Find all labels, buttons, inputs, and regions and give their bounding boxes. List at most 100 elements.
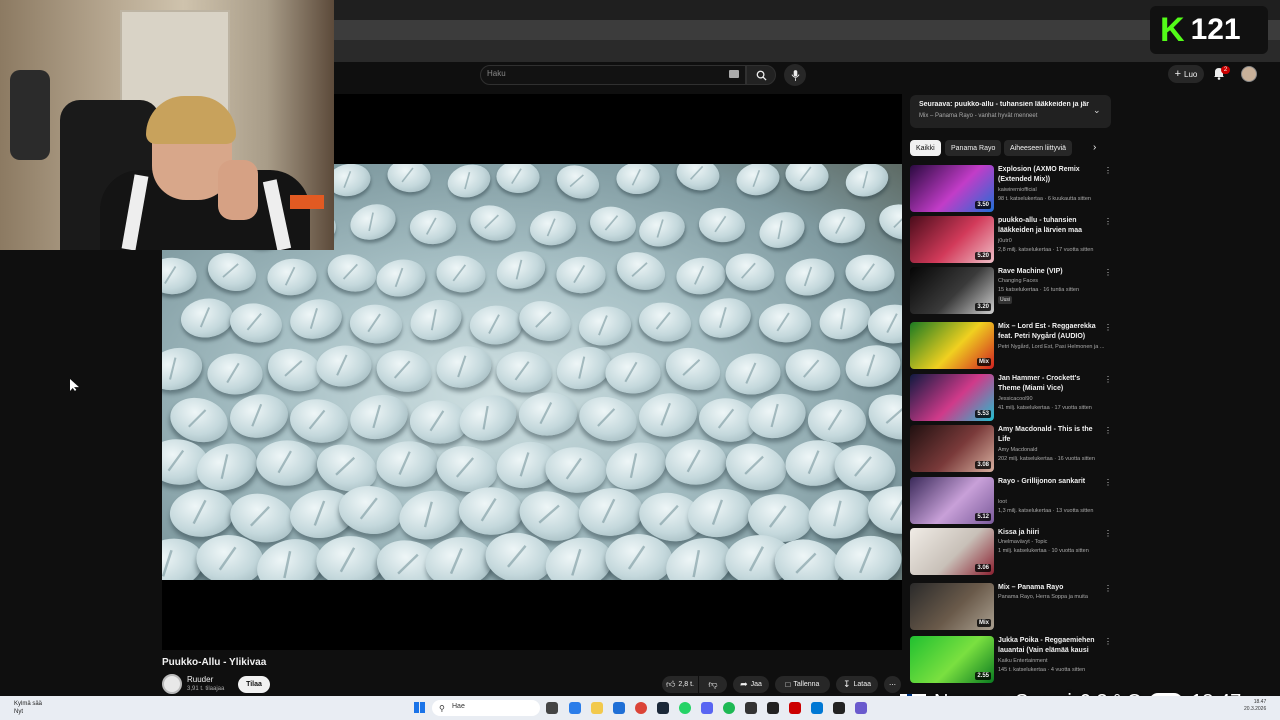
- channel-name[interactable]: Changing Faces: [998, 278, 1038, 284]
- video-title-link[interactable]: Jukka Poika - Reggaemiehen lauantai (Vai…: [998, 636, 1100, 656]
- recommendation-item[interactable]: 5.20 puukko-allu - tuhansien lääkkeiden j…: [910, 216, 1112, 265]
- video-metadata: 98 t. katselukertaa · 6 kuukautta sitten: [998, 196, 1091, 202]
- video-title-link[interactable]: Rayo - Grillijonon sankarit: [998, 477, 1100, 487]
- more-vertical-icon[interactable]: ⋮: [1104, 217, 1112, 226]
- video-metadata: 145 t. katselukertaa · 4 vuotta sitten: [998, 667, 1086, 673]
- chip-panama-rayo[interactable]: Panama Rayo: [945, 140, 1002, 156]
- channel-avatar[interactable]: [162, 674, 182, 694]
- more-actions-button[interactable]: ⋯: [884, 676, 901, 693]
- channel-name[interactable]: Petri Nygård, Lord Est, Pasi Helmonen ja…: [998, 344, 1104, 350]
- browser-tab-strip[interactable]: [334, 20, 1280, 40]
- taskbar-clock[interactable]: 18.47 20.3.2026: [1244, 699, 1266, 713]
- recommendation-item[interactable]: 3.50 Explosion (AXMO Remix (Extended Mix)…: [910, 165, 1112, 214]
- recommendation-item[interactable]: 2.55 Jukka Poika - Reggaemiehen lauantai …: [910, 636, 1112, 685]
- channel-name[interactable]: Unelmavävyt - Topic: [998, 539, 1047, 545]
- video-thumbnail[interactable]: 3.08: [910, 425, 994, 472]
- recommendation-item[interactable]: 5.12 Rayo - Grillijonon sankarit loot 1,3 m…: [910, 477, 1112, 526]
- download-button[interactable]: ↧ Lataa: [836, 676, 878, 693]
- x-icon[interactable]: [833, 702, 845, 714]
- app-icon[interactable]: [811, 702, 823, 714]
- discord-icon[interactable]: [701, 702, 713, 714]
- pill-shape: [636, 298, 694, 346]
- channel-name[interactable]: Ruuder: [187, 675, 213, 684]
- more-vertical-icon[interactable]: ⋮: [1104, 584, 1112, 593]
- like-button[interactable]: 👍︎ 2,8 t.: [662, 676, 698, 693]
- app-icon[interactable]: [767, 702, 779, 714]
- file-explorer-icon[interactable]: [591, 702, 603, 714]
- more-vertical-icon[interactable]: ⋮: [1104, 529, 1112, 538]
- whatsapp-icon[interactable]: [679, 702, 691, 714]
- save-button[interactable]: □ Tallenna: [775, 676, 830, 693]
- more-vertical-icon[interactable]: ⋮: [1104, 323, 1112, 332]
- channel-name[interactable]: kaiwirerniofficial: [998, 187, 1037, 193]
- video-thumbnail[interactable]: Mix: [910, 322, 994, 369]
- more-vertical-icon[interactable]: ⋮: [1104, 166, 1112, 175]
- pill-shape: [514, 295, 576, 347]
- channel-name[interactable]: j0utr0: [998, 238, 1012, 244]
- channel-name[interactable]: Panama Rayo, Herra Soppa ja muita: [998, 594, 1088, 600]
- windows-start-icon[interactable]: [414, 702, 425, 713]
- recommendation-item[interactable]: 3.20 Rave Machine (VIP) Changing Faces 15 k…: [910, 267, 1112, 316]
- up-next-title[interactable]: Seuraava: puukko-allu - tuhansien lääkke…: [919, 101, 1089, 108]
- search-button[interactable]: [746, 65, 776, 85]
- up-next-panel[interactable]: [910, 95, 1111, 128]
- chip-aiheeseen[interactable]: Aiheeseen liittyviä: [1004, 140, 1073, 156]
- video-thumbnail[interactable]: 2.55: [910, 636, 994, 683]
- more-vertical-icon[interactable]: ⋮: [1104, 478, 1112, 487]
- video-title-link[interactable]: Explosion (AXMO Remix (Extended Mix)): [998, 165, 1100, 185]
- mail-icon[interactable]: [613, 702, 625, 714]
- account-avatar[interactable]: [1241, 66, 1257, 82]
- dislike-button[interactable]: 👎︎: [699, 676, 727, 693]
- more-vertical-icon[interactable]: ⋮: [1104, 426, 1112, 435]
- chip-kaikki[interactable]: Kaikki: [910, 140, 941, 156]
- task-view-icon[interactable]: [546, 702, 558, 714]
- taskbar-search-input[interactable]: Hae: [432, 700, 540, 716]
- search-input[interactable]: Haku: [480, 65, 746, 85]
- video-title-link[interactable]: Mix – Panama Rayo: [998, 583, 1100, 593]
- subscribe-button[interactable]: Tilaa: [238, 676, 270, 693]
- browser-address-bar[interactable]: [334, 40, 1280, 62]
- pill-shape: [783, 164, 831, 194]
- video-thumbnail[interactable]: 3.20: [910, 267, 994, 314]
- video-title-link[interactable]: Rave Machine (VIP): [998, 267, 1100, 277]
- obs-icon[interactable]: [745, 702, 757, 714]
- more-vertical-icon[interactable]: ⋮: [1104, 637, 1112, 646]
- channel-name[interactable]: Amy Macdonald: [998, 447, 1037, 453]
- keyboard-icon[interactable]: [729, 70, 739, 78]
- chrome-icon[interactable]: [635, 702, 647, 714]
- more-vertical-icon[interactable]: ⋮: [1104, 375, 1112, 384]
- spotify-icon[interactable]: [723, 702, 735, 714]
- video-thumbnail[interactable]: Mix: [910, 583, 994, 630]
- pill-shape: [373, 255, 429, 301]
- channel-name[interactable]: Kaiku Entertainment: [998, 658, 1048, 664]
- video-title-link[interactable]: Jan Hammer - Crockett's Theme (Miami Vic…: [998, 374, 1100, 394]
- copilot-icon[interactable]: [569, 702, 581, 714]
- recommendation-item[interactable]: 3.06 Kissa ja hiiri Unelmavävyt - Topic 1 m…: [910, 528, 1112, 577]
- video-title-link[interactable]: Mix – Lord Est - Reggaerekka feat. Petri…: [998, 322, 1100, 342]
- share-button[interactable]: ➦ Jaa: [733, 676, 769, 693]
- create-button[interactable]: + Luo: [1168, 65, 1204, 83]
- recommendation-item[interactable]: 3.08 Amy Macdonald - This is the Life Amy …: [910, 425, 1112, 474]
- video-title-link[interactable]: Amy Macdonald - This is the Life: [998, 425, 1100, 445]
- voice-search-button[interactable]: [784, 64, 806, 86]
- app-icon[interactable]: [789, 702, 801, 714]
- video-thumbnail[interactable]: 5.12: [910, 477, 994, 524]
- more-vertical-icon[interactable]: ⋮: [1104, 268, 1112, 277]
- video-thumbnail[interactable]: 3.50: [910, 165, 994, 212]
- steam-icon[interactable]: [657, 702, 669, 714]
- recommendation-item[interactable]: 5.53 Jan Hammer - Crockett's Theme (Miami…: [910, 374, 1112, 423]
- chevron-down-icon[interactable]: ⌄: [1093, 105, 1101, 116]
- taskbar-weather[interactable]: Kylmä sää Nyt: [14, 700, 42, 716]
- video-thumbnail[interactable]: 3.06: [910, 528, 994, 575]
- channel-name[interactable]: loot: [998, 499, 1007, 505]
- channel-name[interactable]: Jessicacool90: [998, 396, 1033, 402]
- video-title-link[interactable]: puukko-allu - tuhansien lääkkeiden ja lä…: [998, 216, 1100, 236]
- video-thumbnail[interactable]: 5.53: [910, 374, 994, 421]
- recommendation-item[interactable]: Mix Mix – Panama Rayo Panama Rayo, Herra S…: [910, 583, 1112, 632]
- recommendation-item[interactable]: Mix Mix – Lord Est - Reggaerekka feat. Pe…: [910, 322, 1112, 371]
- chevron-right-icon[interactable]: ›: [1093, 142, 1096, 153]
- video-thumbnail[interactable]: 5.20: [910, 216, 994, 263]
- video-title-link[interactable]: Kissa ja hiiri: [998, 528, 1100, 538]
- pill-shape: [345, 198, 401, 246]
- app-icon[interactable]: [855, 702, 867, 714]
